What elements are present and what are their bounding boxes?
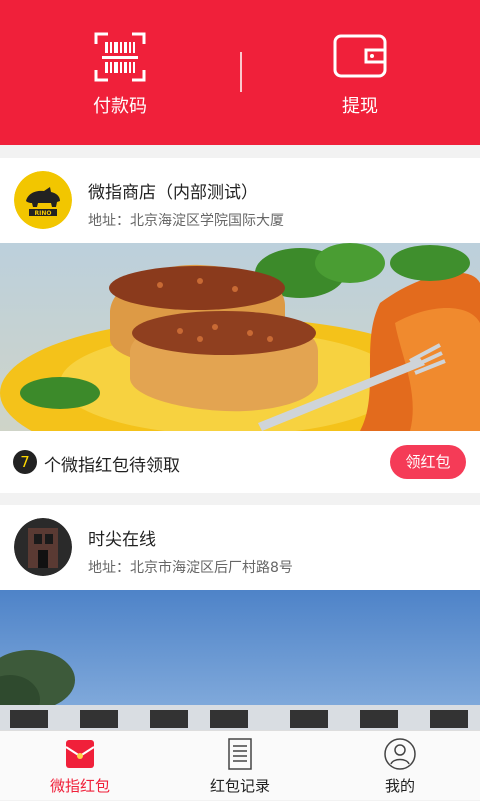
svg-text:RINO: RINO bbox=[35, 210, 52, 217]
wallet-icon bbox=[333, 34, 387, 78]
tab-red-packet-records[interactable]: 红包记录 bbox=[160, 731, 320, 801]
tab-label: 我的 bbox=[384, 777, 415, 795]
barcode-scan-icon bbox=[94, 32, 146, 82]
tab-red-packets[interactable]: 微指红包 bbox=[0, 731, 160, 801]
pay-code-button[interactable]: 付款码 bbox=[0, 0, 240, 145]
shop-address: 地址：北京海淀区学院国际大厦 bbox=[88, 213, 284, 229]
shop-banner-image[interactable] bbox=[0, 243, 480, 431]
claim-red-packet-button[interactable]: 领红包 bbox=[390, 445, 466, 479]
withdraw-button[interactable]: 提现 bbox=[240, 0, 480, 145]
shop-address: 地址：北京市海淀区后厂村路8号 bbox=[88, 560, 293, 576]
document-icon bbox=[228, 738, 252, 770]
shop-card[interactable]: 时尖在线 地址：北京市海淀区后厂村路8号 bbox=[0, 505, 480, 730]
tab-label: 红包记录 bbox=[209, 777, 270, 795]
shop-header[interactable]: RINO 微指商店（内部测试） 地址：北京海淀区学院国际大厦 bbox=[0, 158, 480, 243]
shop-name: 微指商店（内部测试） bbox=[88, 183, 258, 203]
shop-list[interactable]: RINO 微指商店（内部测试） 地址：北京海淀区学院国际大厦 7 个微指红包待领… bbox=[0, 145, 480, 730]
rhino-logo-icon: RINO bbox=[14, 171, 72, 229]
building-photo-icon bbox=[14, 518, 72, 576]
shop-name: 时尖在线 bbox=[88, 530, 156, 550]
shop-card[interactable]: RINO 微指商店（内部测试） 地址：北京海淀区学院国际大厦 7 个微指红包待领… bbox=[0, 158, 480, 493]
red-envelope-icon bbox=[65, 740, 95, 768]
bottom-tab-bar: 微指红包 红包记录 我的 bbox=[0, 730, 480, 800]
tab-mine[interactable]: 我的 bbox=[320, 731, 480, 801]
shop-header[interactable]: 时尖在线 地址：北京市海淀区后厂村路8号 bbox=[0, 505, 480, 590]
shop-banner-image[interactable] bbox=[0, 590, 480, 730]
withdraw-label: 提现 bbox=[342, 96, 378, 117]
top-header: 付款码 提现 bbox=[0, 0, 480, 145]
red-packet-text: 个微指红包待领取 bbox=[44, 456, 180, 476]
user-icon bbox=[384, 738, 416, 770]
red-packet-count-badge: 7 bbox=[13, 450, 37, 474]
pay-code-label: 付款码 bbox=[93, 96, 147, 117]
tab-label: 微指红包 bbox=[49, 777, 110, 795]
red-packet-row: 7 个微指红包待领取 领红包 bbox=[0, 431, 480, 493]
